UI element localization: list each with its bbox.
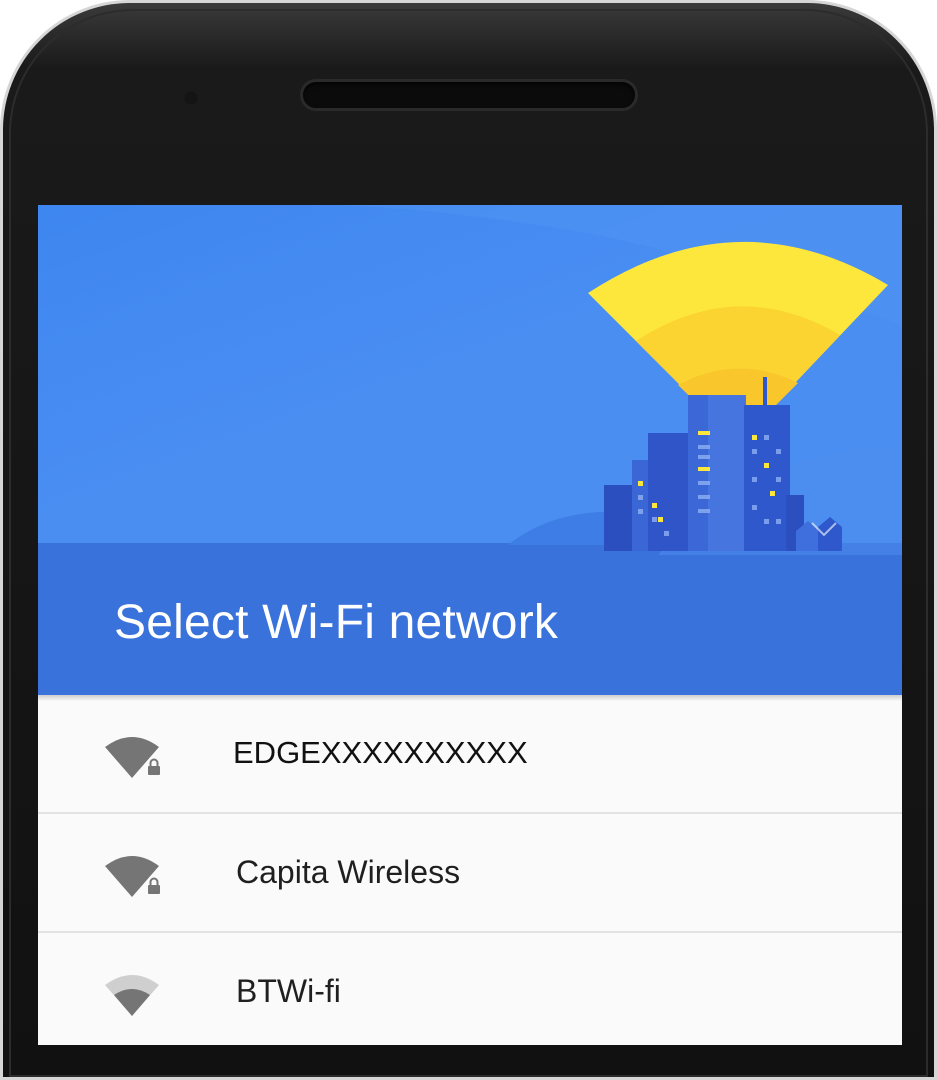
network-item-btwifi[interactable]: BTWi-fi [38,933,902,1045]
city-wifi-illustration [338,205,902,555]
earpiece-speaker [300,79,638,111]
network-name: BTWi-fi [236,973,341,1009]
front-camera [183,90,199,106]
page-title: Select Wi-Fi network [114,596,559,649]
network-name: Capita Wireless [236,854,461,890]
screen: Select Wi-Fi network EDGEXXXXXXXXXX Capi… [38,205,902,1045]
network-name: EDGEXXXXXXXXXX [233,735,528,770]
wifi-locked-icon [105,856,160,897]
wifi-locked-icon [105,737,160,778]
network-item-edge[interactable]: EDGEXXXXXXXXXX [38,695,902,814]
header-banner: Select Wi-Fi network [38,205,902,695]
network-list: EDGEXXXXXXXXXX Capita Wireless BTWi-fi [38,695,902,1045]
network-item-capita-wireless[interactable]: Capita Wireless [38,814,902,933]
wifi-icon [105,975,159,1016]
phone-frame: Select Wi-Fi network EDGEXXXXXXXXXX Capi… [0,0,937,1080]
